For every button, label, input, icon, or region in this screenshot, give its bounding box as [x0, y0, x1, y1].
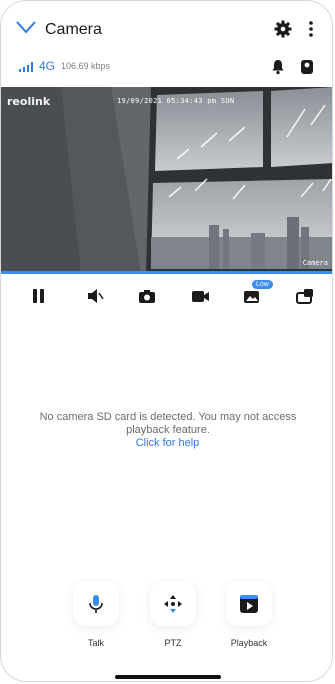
sd-card-message: No camera SD card is detected. You may n… — [39, 411, 297, 436]
ptz-label: PTZ — [164, 638, 182, 648]
stream-progress-fill — [1, 271, 332, 274]
pause-icon[interactable] — [29, 287, 49, 305]
ptz-arrows-icon — [164, 595, 182, 613]
microphone-icon — [89, 595, 103, 613]
phone-screen: Camera 4G 106.69 kbps reolink 19/09/2021… — [0, 0, 333, 682]
speaker-mute-icon[interactable] — [85, 287, 105, 305]
page-title: Camera — [45, 21, 102, 38]
brand-logo: reolink — [7, 95, 51, 108]
gear-icon[interactable] — [274, 20, 292, 38]
signal-bars-icon — [19, 62, 33, 72]
record-video-icon[interactable] — [190, 287, 210, 305]
video-frame-image — [1, 87, 332, 273]
talk-label: Talk — [87, 638, 104, 648]
camera-name-overlay: Camera — [302, 259, 328, 267]
picture-in-picture-icon[interactable] — [295, 287, 315, 305]
help-link[interactable]: Click for help — [1, 437, 332, 449]
ptz-button[interactable] — [150, 582, 196, 626]
more-vertical-icon[interactable] — [308, 20, 314, 38]
home-indicator[interactable] — [115, 675, 221, 679]
alarm-bell-icon[interactable] — [270, 59, 286, 75]
quality-image-icon[interactable] — [242, 287, 262, 305]
stream-progress-bar — [1, 271, 332, 274]
connection-status: 4G 106.69 kbps — [1, 55, 332, 79]
playback-label: Playback — [230, 638, 268, 648]
camera-device-icon[interactable] — [300, 59, 314, 75]
live-toolbar: Low — [1, 280, 332, 310]
playback-button[interactable] — [226, 582, 272, 626]
talk-button[interactable] — [73, 582, 119, 626]
bitrate: 106.69 kbps — [61, 61, 111, 71]
live-video[interactable]: reolink 19/09/2021 05:34:43 pm SUN Camer… — [1, 87, 332, 273]
network-type: 4G — [39, 59, 56, 73]
play-square-icon — [240, 595, 258, 613]
video-timestamp: 19/09/2021 05:34:43 pm SUN — [117, 97, 235, 105]
snapshot-camera-icon[interactable] — [137, 287, 157, 305]
app-header: Camera — [1, 1, 332, 53]
chevron-down-icon[interactable] — [15, 19, 37, 35]
quality-badge[interactable]: Low — [252, 280, 273, 289]
